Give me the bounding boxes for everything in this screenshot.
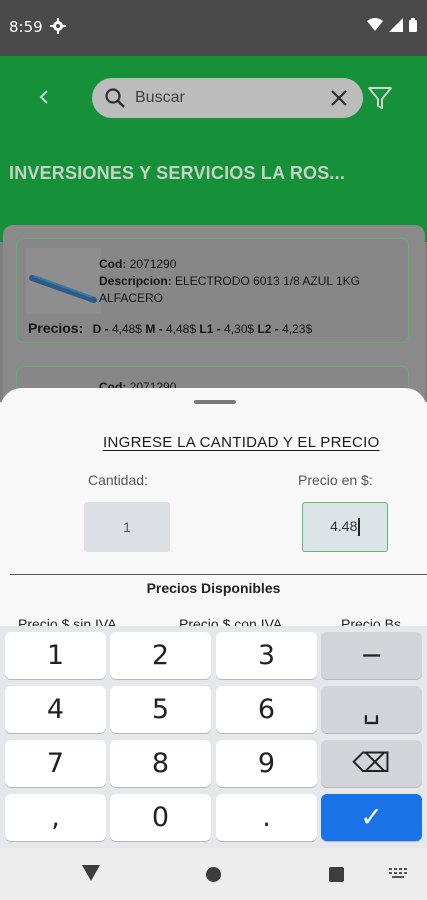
key-7[interactable]: 7 <box>5 740 106 787</box>
key-minus[interactable]: − <box>321 632 422 679</box>
key-4[interactable]: 4 <box>5 686 106 733</box>
app-bar: Buscar INVERSIONES Y SERVICIOS LA ROS... <box>0 56 427 242</box>
price-input[interactable]: 4.48 <box>302 502 388 552</box>
key-comma[interactable]: , <box>5 794 106 841</box>
divider <box>10 574 427 575</box>
product-info: Cod: 2071290 Descripcion: ELECTRODO 6013… <box>99 257 360 305</box>
product-card[interactable]: Cod: 2071290 Descripcion: ELECTRODO 6013… <box>16 238 409 343</box>
key-3[interactable]: 3 <box>216 632 317 679</box>
quantity-input[interactable]: 1 <box>84 502 170 552</box>
key-8[interactable]: 8 <box>110 740 211 787</box>
filter-icon[interactable] <box>367 85 393 111</box>
status-bar: 8:59 <box>0 0 427 56</box>
battery-icon <box>409 18 417 32</box>
nav-home-icon[interactable] <box>206 867 221 882</box>
key-backspace[interactable]: ⌫ <box>321 740 422 787</box>
sheet-title: INGRESE LA CANTIDAD Y EL PRECIO <box>103 434 380 451</box>
search-bar[interactable]: Buscar <box>92 78 363 118</box>
key-0[interactable]: 0 <box>110 794 211 841</box>
navigation-bar <box>0 848 427 900</box>
key-period[interactable]: . <box>216 794 317 841</box>
quantity-label: Cantidad: <box>88 472 148 488</box>
product-code: 2071290 <box>129 257 177 271</box>
key-space[interactable]: ␣ <box>321 686 422 733</box>
search-input[interactable]: Buscar <box>135 89 185 107</box>
settings-gear-icon <box>50 18 66 34</box>
nav-recents-icon[interactable] <box>329 867 344 882</box>
available-prices-title: Precios Disponibles <box>146 580 281 596</box>
numeric-keyboard: 1 2 3 − 4 5 6 ␣ 7 8 9 ⌫ , 0 . ✓ <box>0 626 427 848</box>
nav-back-icon[interactable] <box>82 865 100 881</box>
system-icons <box>367 18 417 32</box>
price-label: Precio en $: <box>298 472 373 488</box>
key-1[interactable]: 1 <box>5 632 106 679</box>
search-icon <box>105 88 125 108</box>
key-9[interactable]: 9 <box>216 740 317 787</box>
company-title: INVERSIONES Y SERVICIOS LA ROS... <box>9 163 346 183</box>
keyboard-switch-icon[interactable] <box>389 868 407 880</box>
drag-handle[interactable] <box>194 400 236 404</box>
signal-icon <box>389 18 403 32</box>
product-prices: Precios: D - 4,48$ M - 4,48$ L1 - 4,30$ … <box>28 320 313 336</box>
key-5[interactable]: 5 <box>110 686 211 733</box>
key-done[interactable]: ✓ <box>321 794 422 841</box>
clock: 8:59 <box>9 18 43 36</box>
close-icon[interactable] <box>329 88 349 108</box>
back-arrow-icon[interactable] <box>34 87 54 107</box>
wifi-icon <box>367 18 383 31</box>
text-cursor <box>358 518 360 537</box>
product-image <box>26 248 101 314</box>
key-6[interactable]: 6 <box>216 686 317 733</box>
electrode-image <box>29 275 97 303</box>
quantity-price-sheet: INGRESE LA CANTIDAD Y EL PRECIO Cantidad… <box>0 388 427 648</box>
key-2[interactable]: 2 <box>110 632 211 679</box>
